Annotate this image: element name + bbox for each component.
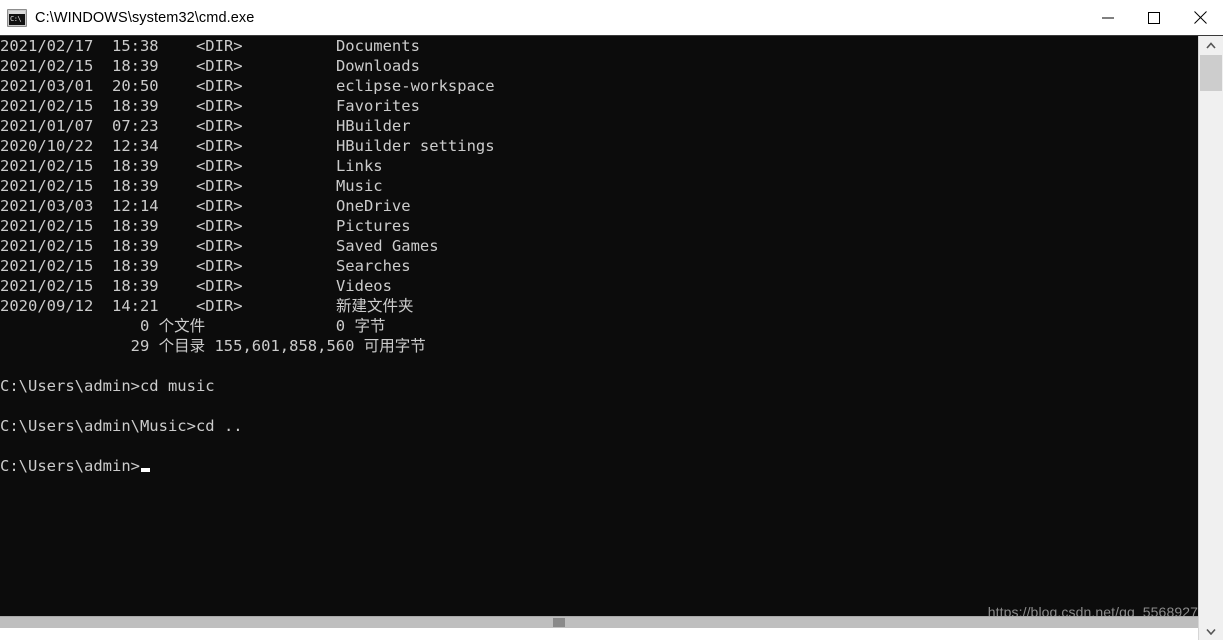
terminal-line: 2021/03/03 12:14 <DIR> OneDrive (0, 197, 411, 215)
window-controls (1085, 0, 1223, 35)
terminal-line: 29 个目录 155,601,858,560 可用字节 (0, 337, 426, 355)
minimize-button[interactable] (1085, 0, 1131, 35)
cmd-icon-glyph: C:\ (10, 14, 22, 23)
console-output-area[interactable]: 2021/02/17 15:38 <DIR> Documents 2021/02/… (0, 36, 1198, 628)
cmd-prompt-icon: C:\ (7, 8, 27, 27)
terminal-line: 2020/09/12 14:21 <DIR> 新建文件夹 (0, 297, 414, 315)
close-button[interactable] (1177, 0, 1223, 35)
terminal-line: 2020/10/22 12:34 <DIR> HBuilder settings (0, 137, 495, 155)
scroll-down-button[interactable] (1199, 622, 1223, 640)
vertical-scrollbar[interactable] (1198, 36, 1223, 640)
terminal-line: 2021/02/15 18:39 <DIR> Saved Games (0, 237, 439, 255)
horizontal-scrollbar-thumb[interactable] (553, 618, 565, 627)
chevron-down-icon (1206, 628, 1216, 635)
terminal-line: 2021/02/17 15:38 <DIR> Documents (0, 37, 420, 55)
terminal-line: 2021/02/15 18:39 <DIR> Music (0, 177, 383, 195)
terminal-line: 2021/02/15 18:39 <DIR> Favorites (0, 97, 420, 115)
terminal-line: 0 个文件 0 字节 (0, 317, 386, 335)
scroll-up-button[interactable] (1199, 36, 1223, 54)
vertical-scrollbar-thumb[interactable] (1200, 55, 1222, 91)
terminal-line: 2021/02/15 18:39 <DIR> Videos (0, 277, 392, 295)
terminal-line: C:\Users\admin>cd music (0, 377, 215, 395)
terminal-line: 2021/01/07 07:23 <DIR> HBuilder (0, 117, 411, 135)
chevron-up-icon (1206, 41, 1216, 49)
terminal-line: C:\Users\admin> (0, 456, 495, 476)
maximize-button[interactable] (1131, 0, 1177, 35)
window-title: C:\WINDOWS\system32\cmd.exe (35, 9, 255, 26)
maximize-icon (1148, 11, 1160, 24)
horizontal-scrollbar[interactable] (0, 616, 1198, 628)
text-cursor (140, 468, 150, 472)
close-icon (1193, 11, 1207, 24)
terminal-line: C:\Users\admin\Music>cd .. (0, 417, 243, 435)
minimize-icon (1102, 17, 1114, 18)
terminal-line: 2021/02/15 18:39 <DIR> Searches (0, 257, 411, 275)
terminal-line: 2021/02/15 18:39 <DIR> Downloads (0, 57, 420, 75)
terminal-line: 2021/03/01 20:50 <DIR> eclipse-workspace (0, 77, 495, 95)
title-bar[interactable]: C:\ C:\WINDOWS\system32\cmd.exe (0, 0, 1223, 36)
terminal-line: 2021/02/15 18:39 <DIR> Links (0, 157, 383, 175)
terminal-line: 2021/02/15 18:39 <DIR> Pictures (0, 217, 411, 235)
terminal-text: 2021/02/17 15:38 <DIR> Documents 2021/02/… (0, 36, 495, 476)
cmd-window: C:\ C:\WINDOWS\system32\cmd.exe 2021/02/… (0, 0, 1223, 640)
